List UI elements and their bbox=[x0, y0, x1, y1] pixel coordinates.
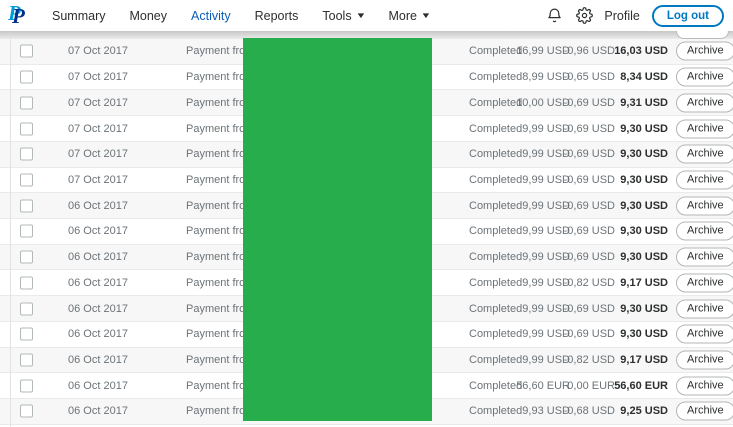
transaction-date: 07 Oct 2017 bbox=[68, 173, 128, 186]
row-checkbox[interactable] bbox=[20, 70, 33, 84]
nav-item-label: Summary bbox=[52, 8, 106, 23]
transaction-date: 07 Oct 2017 bbox=[68, 71, 128, 84]
archive-button[interactable]: Archive bbox=[676, 41, 733, 61]
nav-item-activity[interactable]: Activity ▼ bbox=[179, 3, 243, 29]
net-amount: 9,30 USD bbox=[620, 328, 668, 341]
net-amount: 9,31 USD bbox=[620, 96, 668, 109]
net-amount: 9,17 USD bbox=[620, 276, 668, 289]
archive-button[interactable]: Archive bbox=[676, 221, 733, 241]
row-checkbox[interactable] bbox=[20, 327, 33, 341]
transaction-date: 07 Oct 2017 bbox=[68, 45, 128, 58]
net-amount: 9,30 USD bbox=[620, 148, 668, 161]
redaction-overlay bbox=[243, 38, 432, 421]
archive-button[interactable]: Archive bbox=[676, 401, 733, 421]
transaction-date: 06 Oct 2017 bbox=[68, 199, 128, 212]
row-checkbox[interactable] bbox=[20, 173, 33, 187]
row-checkbox[interactable] bbox=[20, 96, 33, 110]
row-checkbox[interactable] bbox=[20, 122, 33, 136]
paypal-logo-icon[interactable]: P P bbox=[7, 1, 31, 29]
transaction-date: 06 Oct 2017 bbox=[68, 353, 128, 366]
transaction-date: 07 Oct 2017 bbox=[68, 148, 128, 161]
transaction-date: 06 Oct 2017 bbox=[68, 251, 128, 264]
transaction-date: 06 Oct 2017 bbox=[68, 302, 128, 315]
archive-button[interactable]: Archive bbox=[676, 350, 733, 370]
archive-button[interactable]: Archive bbox=[676, 119, 733, 139]
nav-item-label: More bbox=[388, 8, 417, 23]
row-checkbox[interactable] bbox=[20, 276, 33, 290]
net-amount: 9,30 USD bbox=[620, 225, 668, 238]
archive-button[interactable]: Archive bbox=[676, 299, 733, 319]
row-checkbox[interactable] bbox=[20, 44, 33, 58]
net-amount: 9,30 USD bbox=[620, 199, 668, 212]
nav-item-label: Money bbox=[129, 8, 168, 23]
transaction-date: 06 Oct 2017 bbox=[68, 405, 128, 418]
net-amount: 9,30 USD bbox=[620, 302, 668, 315]
archive-button[interactable]: Archive bbox=[676, 144, 733, 164]
net-amount: 8,34 USD bbox=[620, 71, 668, 84]
row-checkbox[interactable] bbox=[20, 147, 33, 161]
row-checkbox[interactable] bbox=[20, 404, 33, 418]
row-checkbox[interactable] bbox=[20, 250, 33, 264]
archive-button[interactable]: Archive bbox=[676, 273, 733, 293]
net-amount: 9,25 USD bbox=[620, 405, 668, 418]
nav-item-label: Reports bbox=[254, 8, 299, 23]
transaction-date: 06 Oct 2017 bbox=[68, 225, 128, 238]
chevron-down-icon: ▼ bbox=[420, 11, 432, 20]
transaction-date: 06 Oct 2017 bbox=[68, 328, 128, 341]
nav-item-summary[interactable]: Summary ▼ bbox=[40, 3, 117, 29]
nav-item-more[interactable]: More ▼ bbox=[377, 3, 442, 29]
main-nav: Summary ▼ Money ▼ Activity ▼ Reports ▼ T… bbox=[40, 3, 442, 29]
nav-item-label: Activity bbox=[191, 8, 231, 23]
archive-button[interactable]: Archive bbox=[676, 376, 733, 396]
net-amount: 9,30 USD bbox=[620, 173, 668, 186]
row-checkbox[interactable] bbox=[20, 353, 33, 367]
archive-button[interactable]: Archive bbox=[676, 93, 733, 113]
archive-button[interactable]: Archive bbox=[676, 196, 733, 216]
archive-button[interactable]: Archive bbox=[676, 324, 733, 344]
row-checkbox[interactable] bbox=[20, 379, 33, 393]
table-left-border bbox=[10, 39, 11, 427]
transaction-date: 06 Oct 2017 bbox=[68, 276, 128, 289]
profile-link[interactable]: Profile bbox=[604, 9, 639, 23]
net-amount: 56,60 EUR bbox=[614, 379, 668, 392]
transaction-date: 07 Oct 2017 bbox=[68, 96, 128, 109]
transaction-date: 06 Oct 2017 bbox=[68, 379, 128, 392]
bell-icon[interactable] bbox=[544, 5, 565, 26]
net-amount: 9,17 USD bbox=[620, 353, 668, 366]
archive-button[interactable]: Archive bbox=[676, 67, 733, 87]
nav-item-money[interactable]: Money ▼ bbox=[117, 3, 179, 29]
net-amount: 9,30 USD bbox=[620, 251, 668, 264]
top-nav-bar: P P Summary ▼ Money ▼ Activity ▼ Reports… bbox=[0, 0, 733, 31]
row-checkbox[interactable] bbox=[20, 199, 33, 213]
archive-button[interactable]: Archive bbox=[676, 247, 733, 267]
nav-item-tools[interactable]: Tools ▼ bbox=[310, 3, 376, 29]
archive-button[interactable]: Archive bbox=[676, 170, 733, 190]
transaction-date: 07 Oct 2017 bbox=[68, 122, 128, 135]
row-checkbox[interactable] bbox=[20, 224, 33, 238]
nav-item-label: Tools bbox=[322, 8, 352, 23]
net-amount: 9,30 USD bbox=[620, 122, 668, 135]
chevron-down-icon: ▼ bbox=[354, 11, 367, 20]
nav-item-reports[interactable]: Reports ▼ bbox=[243, 3, 311, 29]
logout-button[interactable]: Log out bbox=[651, 4, 724, 27]
row-checkbox[interactable] bbox=[20, 302, 33, 316]
net-amount: 16,03 USD bbox=[614, 45, 668, 58]
gear-icon[interactable] bbox=[574, 5, 595, 26]
header-right: Profile Log out bbox=[544, 4, 724, 27]
archive-button-partial[interactable] bbox=[676, 31, 729, 39]
